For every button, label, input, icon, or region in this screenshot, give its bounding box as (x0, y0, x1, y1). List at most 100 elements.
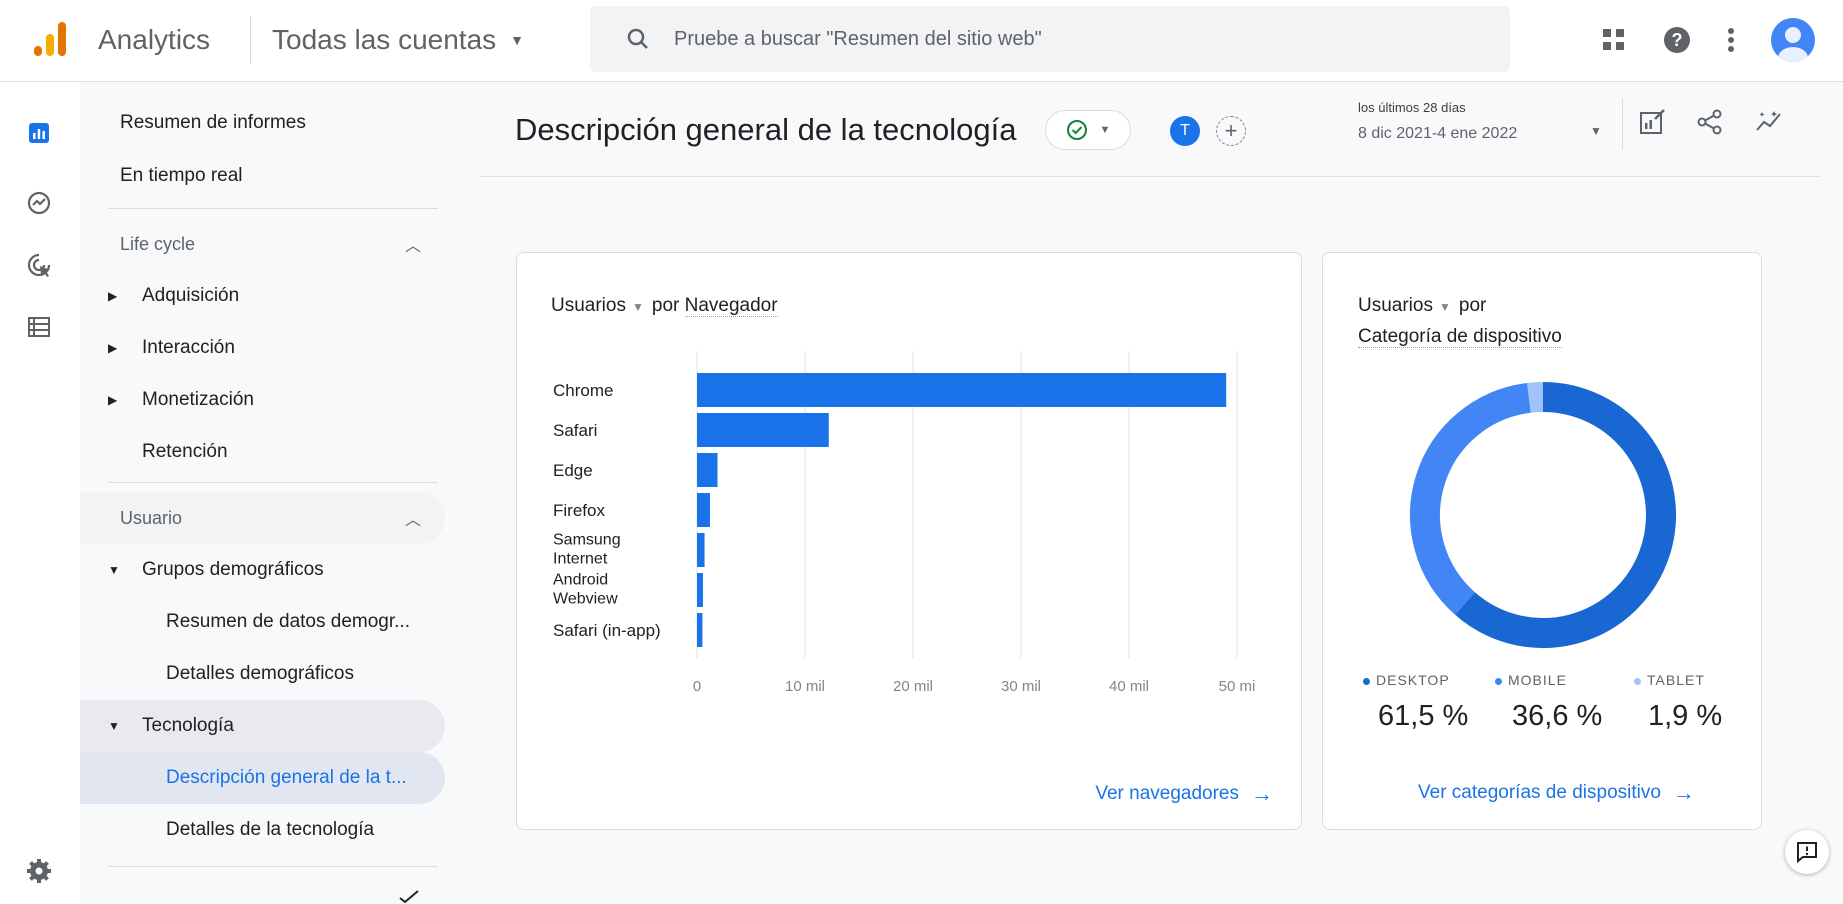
bar (697, 453, 718, 487)
nav-label: Tecnología (142, 715, 234, 736)
dropdown-arrow-icon: ▼ (510, 32, 524, 48)
chevron-up-icon: ︿ (404, 512, 421, 529)
by-label: por (1458, 295, 1487, 316)
category-label: Safari (in-app) (553, 621, 661, 640)
nav-realtime[interactable]: En tiempo real (80, 150, 445, 202)
reports-icon[interactable] (20, 114, 58, 152)
collapse-nav-icon[interactable] (398, 890, 420, 904)
bar (697, 373, 1227, 407)
metric-dropdown-icon[interactable]: ▼ (632, 300, 644, 314)
nav-tech-details[interactable]: Detalles de la tecnología (80, 804, 445, 856)
analytics-logo[interactable] (30, 20, 70, 60)
category-label: Samsung (553, 532, 621, 549)
expand-caret-icon: ▶ (108, 289, 118, 303)
more-vert-icon[interactable] (1727, 27, 1735, 53)
nav-section-user[interactable]: Usuario ︿ (80, 492, 445, 544)
feedback-icon (1797, 842, 1817, 864)
collapse-caret-icon: ▼ (108, 719, 120, 733)
search-placeholder: Pruebe a buscar "Resumen del sitio web" (674, 27, 1042, 50)
report-actions (1638, 108, 1784, 136)
arrow-right-icon: → (1251, 781, 1273, 806)
metric-selector[interactable]: Usuarios (551, 295, 626, 316)
nav-demographic-details[interactable]: Detalles demográficos (80, 648, 445, 700)
donut-slice-tablet (1527, 382, 1544, 413)
dimension-label[interactable]: Categoría de dispositivo (1358, 326, 1562, 348)
app-name: Analytics (98, 24, 211, 55)
nav-tech[interactable]: ▼ Tecnología (80, 700, 445, 752)
nav-acquisition[interactable]: ▶ Adquisición (80, 270, 445, 322)
x-tick-label: 30 mil (1001, 678, 1041, 695)
top-bar: Analytics Todas las cuentas ▼ Pruebe a b… (0, 0, 1843, 82)
date-range-value: 8 dic 2021-4 ene 2022 (1358, 125, 1518, 142)
search-bar[interactable]: Pruebe a buscar "Resumen del sitio web" (590, 6, 1510, 72)
metric-dropdown-icon[interactable]: ▼ (1439, 300, 1451, 314)
browser-card: Usuarios ▼ por Navegador 0 10 mil 20 mil 30 m… (516, 252, 1302, 830)
collapse-caret-icon: ▼ (108, 563, 120, 577)
date-dropdown-arrow-icon[interactable]: ▼ (1590, 124, 1602, 138)
nav-section-life-cycle[interactable]: Life cycle ︿ (80, 218, 445, 270)
bar (697, 573, 703, 607)
help-icon[interactable]: ? (1663, 26, 1691, 54)
nav-label: Descripción general de la t... (166, 767, 407, 788)
comparison-avatar[interactable]: T (1170, 116, 1200, 146)
category-label: Webview (553, 591, 618, 608)
nav-section-label: Usuario (120, 507, 183, 528)
advertising-icon[interactable] (20, 246, 58, 284)
view-browsers-link[interactable]: Ver navegadores → (1095, 781, 1273, 807)
header-rule (480, 176, 1820, 177)
legend-dot (1495, 677, 1502, 685)
nav-demographics-overview[interactable]: Resumen de datos demogr... (80, 596, 445, 648)
nav-label: Adquisición (142, 285, 240, 306)
top-right-icons: ? (1601, 18, 1815, 62)
legend-tablet: TABLET (1634, 672, 1705, 688)
x-tick-label: 20 mil (893, 678, 933, 695)
account-selector[interactable]: Todas las cuentas ▼ (272, 24, 524, 56)
desktop-percent: 61,5 % (1378, 700, 1469, 732)
metric-selector[interactable]: Usuarios (1358, 295, 1433, 316)
nav-label: Resumen de datos demogr... (166, 611, 410, 632)
nav-retention[interactable]: Retención (80, 426, 445, 478)
add-comparison-icon[interactable]: + (1216, 116, 1246, 146)
header-divider (1622, 98, 1623, 150)
donut-slice-mobile (1410, 382, 1532, 615)
nav-divider (108, 208, 438, 209)
bar (697, 533, 705, 567)
bar (697, 413, 829, 447)
user-avatar[interactable] (1771, 18, 1815, 62)
check-circle-icon (1066, 120, 1087, 140)
configure-list-icon[interactable] (20, 308, 58, 346)
nav-label: Resumen de informes (120, 112, 306, 133)
expand-caret-icon: ▶ (108, 393, 118, 407)
nav-monetization[interactable]: ▶ Monetización (80, 374, 445, 426)
expand-caret-icon: ▶ (108, 341, 118, 355)
feedback-button[interactable] (1785, 830, 1829, 874)
account-name: Todas las cuentas (272, 24, 497, 55)
nav-label: Detalles de la tecnología (166, 819, 375, 840)
date-range-picker[interactable]: los últimos 28 días 8 dic 2021-4 ene 202… (1358, 100, 1517, 143)
nav-label: En tiempo real (120, 165, 243, 186)
customize-report-icon[interactable] (1638, 108, 1666, 136)
nav-tech-overview[interactable]: Descripción general de la t... (80, 752, 445, 804)
nav-demographics[interactable]: ▼ Grupos demográficos (80, 544, 445, 596)
dimension-label[interactable]: Navegador (684, 295, 778, 317)
bar (697, 493, 710, 527)
browser-card-title: Usuarios ▼ por Navegador (551, 291, 778, 322)
nav-reports-snapshot[interactable]: Resumen de informes (80, 97, 445, 149)
legend-label: DESKTOP (1376, 672, 1450, 688)
nav-engagement[interactable]: ▶ Interacción (80, 322, 445, 374)
category-label: Edge (553, 461, 593, 480)
left-rail (0, 82, 80, 904)
x-tick-label: 0 (693, 678, 701, 695)
arrow-right-icon: → (1672, 780, 1695, 805)
legend-dot (1363, 677, 1370, 685)
view-device-categories-link[interactable]: Ver categorías de dispositivo → (1418, 780, 1695, 806)
bar (697, 613, 703, 647)
insights-icon[interactable] (1754, 108, 1784, 136)
nav-divider (108, 866, 438, 867)
explore-icon[interactable] (20, 184, 58, 222)
browser-bar-chart: 0 10 mil 20 mil 30 mil 40 mil 50 mi Chrome Safa… (553, 351, 1255, 695)
apps-grid-icon[interactable] (1601, 27, 1627, 53)
share-icon[interactable] (1696, 108, 1724, 136)
data-quality-status[interactable]: ▼ (1045, 110, 1131, 150)
settings-gear-icon[interactable] (20, 852, 58, 890)
